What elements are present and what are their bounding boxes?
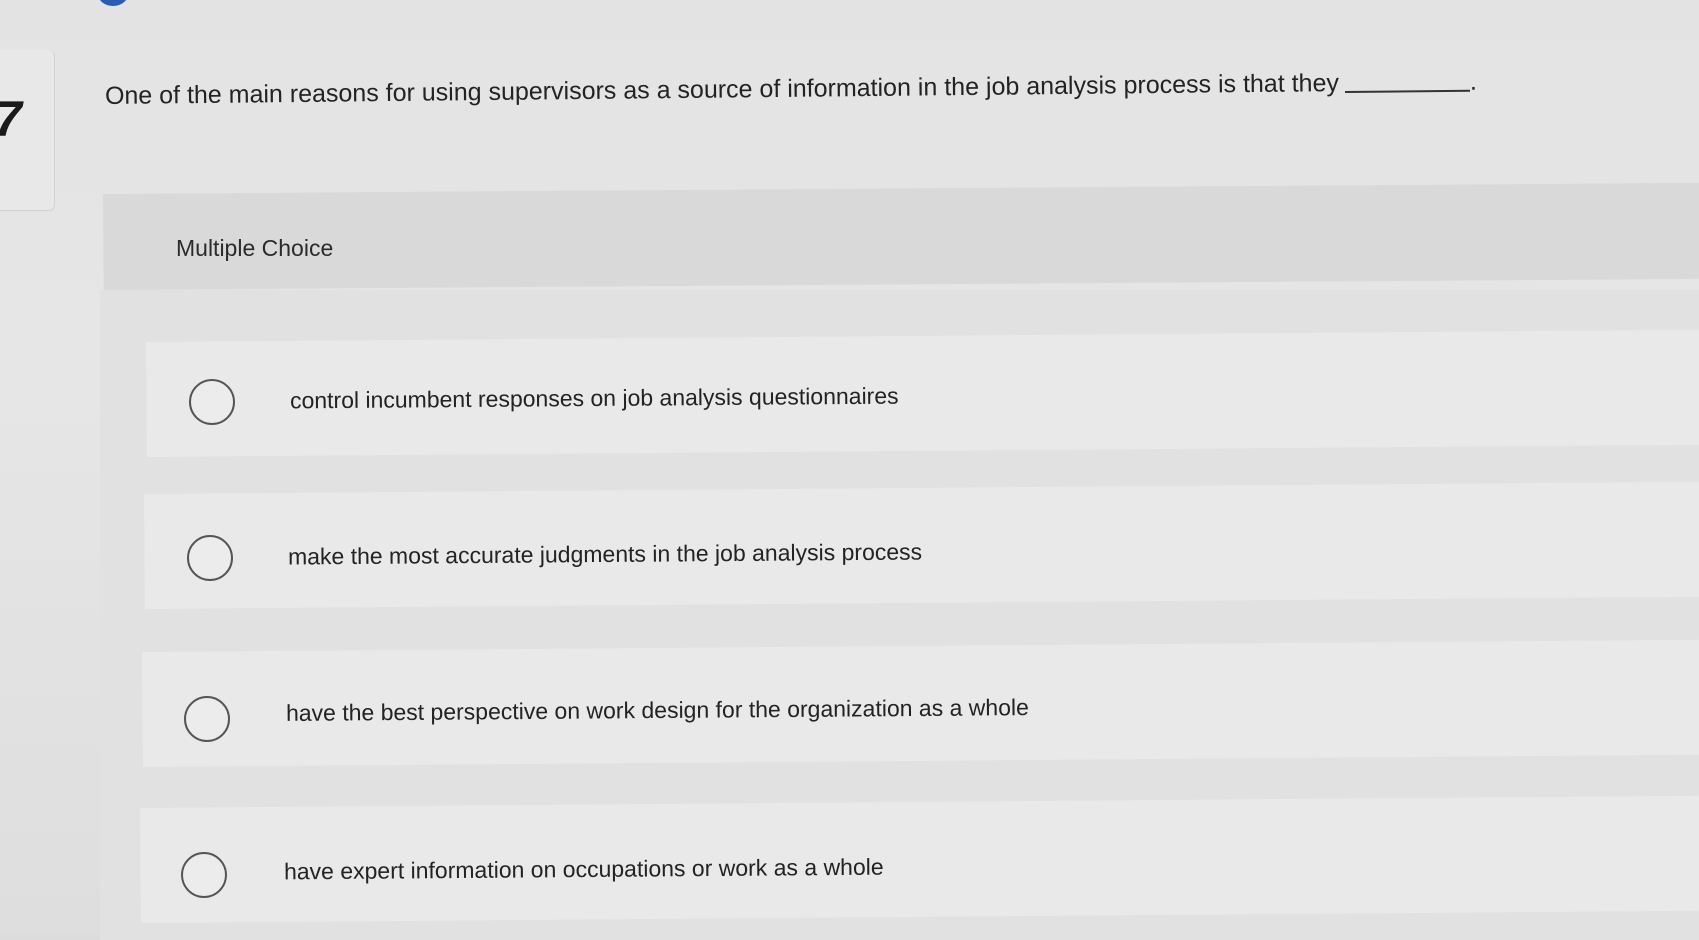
question-prompt: One of the main reasons for using superv…	[105, 68, 1477, 111]
radio-button-option-3[interactable]	[184, 696, 230, 742]
radio-button-option-2[interactable]	[187, 535, 233, 581]
radio-button-option-1[interactable]	[189, 379, 235, 425]
question-end-mark: .	[1469, 67, 1477, 96]
option-4-label[interactable]: have expert information on occupations o…	[284, 854, 884, 886]
option-1-label[interactable]: control incumbent responses on job analy…	[290, 383, 899, 415]
top-progress-indicator	[98, 0, 128, 6]
question-text: One of the main reasons for using superv…	[104, 69, 1340, 110]
radio-button-option-4[interactable]	[181, 852, 227, 898]
option-2-label[interactable]: make the most accurate judgments in the …	[288, 539, 922, 571]
answer-blank	[1344, 89, 1470, 94]
multiple-choice-label: Multiple Choice	[176, 235, 334, 261]
page: 7 One of the main reasons for using supe…	[0, 0, 1699, 940]
question-number: 7	[0, 94, 22, 144]
multiple-choice-header	[103, 182, 1699, 290]
